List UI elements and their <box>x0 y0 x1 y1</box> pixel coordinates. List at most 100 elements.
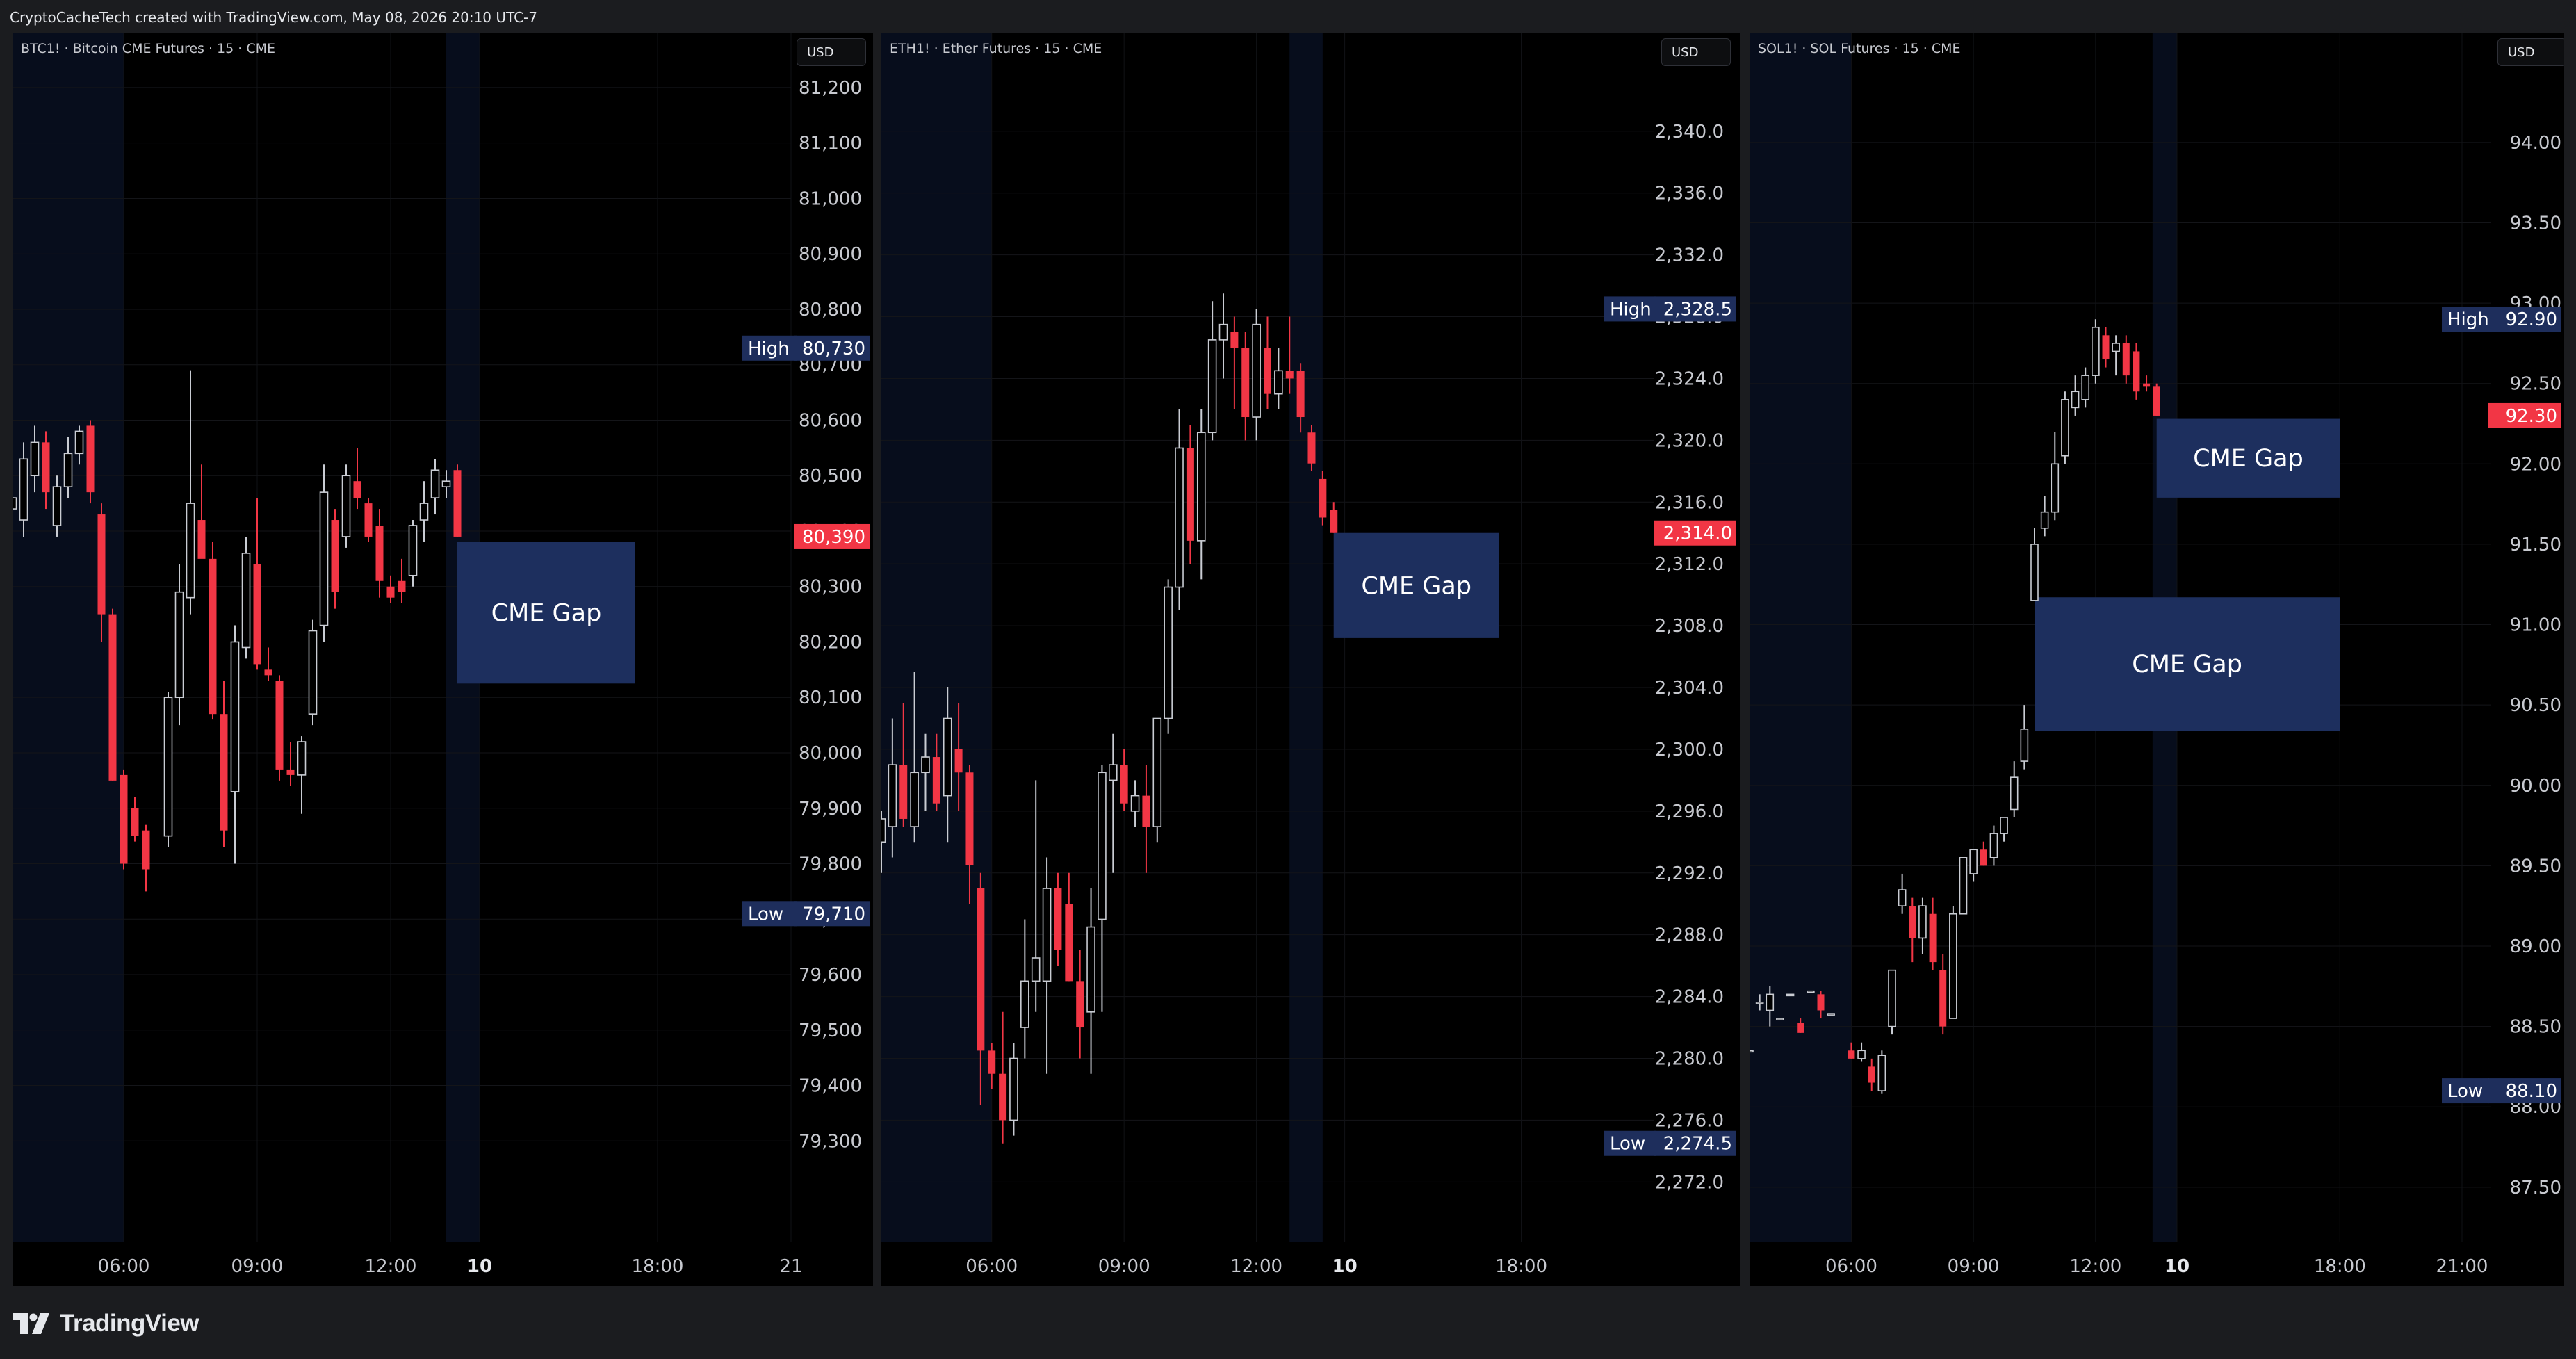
candle-body <box>1868 1066 1875 1083</box>
candle-up <box>1949 906 1957 1019</box>
candle-down <box>131 797 139 842</box>
candle-up <box>2000 817 2008 842</box>
candle-body <box>1969 849 1978 874</box>
candle-up <box>341 464 351 548</box>
candle-body <box>142 830 150 870</box>
candle-down <box>375 509 384 598</box>
y-tick-label: 80,200 <box>799 632 862 653</box>
price-tag-value: 92.90 <box>2506 309 2557 330</box>
chart-symbol-title: BTC1! · Bitcoin CME Futures · 15 · CME <box>21 41 276 56</box>
candle-up <box>1898 873 1907 914</box>
sol-chart-svg[interactable]: CME GapCME Gap94.0093.5093.0092.5092.009… <box>1750 33 2564 1286</box>
x-tick-label: 18:00 <box>2314 1256 2366 1277</box>
candle-up <box>2051 432 2060 521</box>
currency-button[interactable]: USD <box>797 38 866 66</box>
candle-up <box>1857 1042 1866 1062</box>
y-tick-label: 91.00 <box>2510 615 2561 636</box>
y-tick-label: 92.50 <box>2510 374 2561 395</box>
candle-up <box>1827 1013 1835 1016</box>
candle-body <box>1186 448 1194 541</box>
candle-up <box>1207 301 1217 441</box>
candle-up <box>174 564 184 726</box>
candle-body <box>1827 1013 1835 1016</box>
y-tick-label: 79,600 <box>799 965 862 986</box>
candle-up <box>2040 496 2049 537</box>
y-tick-label: 80,300 <box>799 577 862 598</box>
candle-up <box>1274 347 1283 409</box>
candle-body <box>954 749 963 773</box>
candle-up <box>241 536 251 659</box>
candle-body <box>2020 729 2029 762</box>
y-tick-label: 2,340.0 <box>1655 122 1724 143</box>
currency-button[interactable]: USD <box>1661 38 1731 66</box>
x-tick-label: 10 <box>2165 1256 2190 1277</box>
eth-chart-panel[interactable]: CME Gap2,340.02,336.02,332.02,328.02,324… <box>881 33 1740 1286</box>
candle-up <box>230 625 240 864</box>
y-tick-label: 79,800 <box>799 854 862 875</box>
candle-down <box>1264 316 1271 409</box>
y-tick-label: 2,292.0 <box>1655 863 1724 884</box>
candle-down <box>86 420 95 504</box>
candle-body <box>1164 586 1173 719</box>
candle-up <box>1989 825 1998 866</box>
candle-down <box>353 448 361 510</box>
candle-down <box>364 498 373 542</box>
last-price-value: 80,390 <box>802 527 865 548</box>
price-tag-label: Low <box>1610 1134 1645 1155</box>
price-tag-value: 2,328.5 <box>1663 299 1732 320</box>
candle-body <box>1108 764 1118 781</box>
candle-up <box>1218 293 1228 379</box>
candle-down <box>264 647 272 681</box>
candle-up <box>163 692 173 847</box>
candle-down <box>209 542 217 720</box>
candle-down <box>1319 471 1327 526</box>
candle-body <box>1020 980 1029 1028</box>
candle-body <box>386 586 395 598</box>
y-tick-label: 2,280.0 <box>1655 1048 1724 1069</box>
y-tick-label: 80,800 <box>799 300 862 320</box>
y-tick-label: 2,284.0 <box>1655 987 1724 1008</box>
candle-body <box>1755 1002 1764 1004</box>
btc-chart-svg[interactable]: CME Gap 81,200 81,100 81,000 80,900 80,800 80,… <box>13 33 873 1286</box>
candle-body <box>1207 339 1217 434</box>
candle-body <box>253 564 261 665</box>
price-tag-label: Low <box>2447 1081 2483 1102</box>
candle-down <box>2133 343 2140 400</box>
y-tick-label: 81,200 <box>799 78 862 99</box>
x-tick-label: 06:00 <box>965 1256 1018 1277</box>
candle-down <box>2122 335 2130 384</box>
candle-body <box>131 808 139 836</box>
y-tick-label: 80,500 <box>799 466 862 487</box>
sol-chart-panel[interactable]: CME Gap CME Gap 94.00 93.50 93.00 92.50 92.00 9… <box>1750 33 2564 1286</box>
candle-body <box>52 486 62 526</box>
candle-body <box>408 525 418 576</box>
currency-button[interactable]: USD <box>2497 38 2564 66</box>
y-tick-label: 2,304.0 <box>1655 678 1724 699</box>
candle-body <box>1296 371 1305 418</box>
last-price-badge: 92.30 <box>2488 402 2561 428</box>
candle-body <box>353 481 361 498</box>
x-tick-label: 09:00 <box>1948 1256 2000 1277</box>
candle-up <box>308 619 318 726</box>
eth-chart-svg[interactable]: CME Gap2,340.02,336.02,332.02,328.02,324… <box>881 33 1740 1286</box>
candle-body <box>1929 913 1937 963</box>
btc-chart-panel[interactable]: CME Gap 81,200 81,100 81,000 80,900 80,800 80,… <box>13 33 873 1286</box>
candle-body <box>2030 544 2039 601</box>
candle-body <box>1130 795 1140 812</box>
candle-up <box>319 464 329 642</box>
candle-up <box>1108 733 1118 873</box>
candle-down <box>1868 1058 1875 1091</box>
chart-symbol-title: SOL1! · SOL Futures · 15 · CME <box>1758 41 1961 56</box>
x-tick-label: 09:00 <box>231 1256 284 1277</box>
candle-body <box>1230 332 1239 348</box>
candle-up <box>1252 309 1261 441</box>
candle-down <box>1909 897 1916 963</box>
candle-down <box>108 608 117 781</box>
candle-body <box>1959 857 1968 915</box>
price-tag-label: High <box>1610 299 1652 320</box>
tradingview-logo[interactable]: TradingView <box>13 1305 199 1342</box>
last-price-badge: 2,314.0 <box>1654 520 1736 546</box>
y-tick-label: 90.00 <box>2510 776 2561 797</box>
y-tick-label: 91.50 <box>2510 535 2561 555</box>
candle-down <box>1065 872 1073 982</box>
